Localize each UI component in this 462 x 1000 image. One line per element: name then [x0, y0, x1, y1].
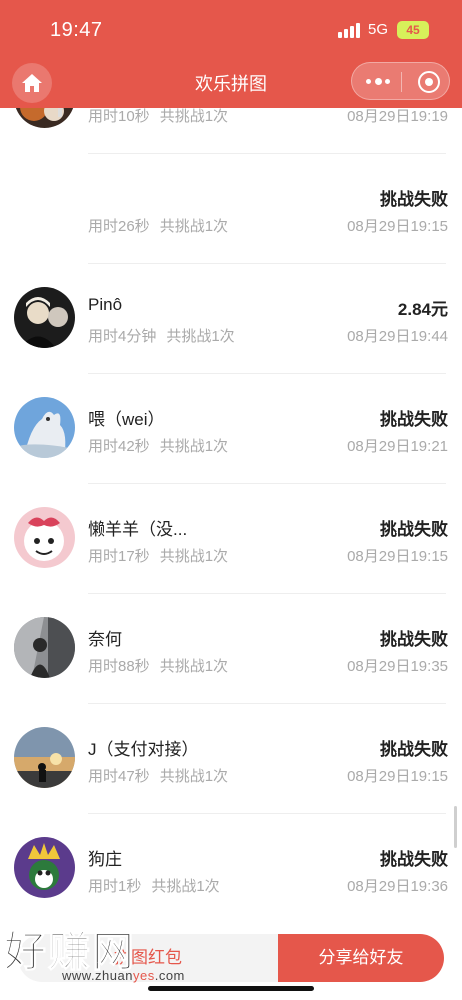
- share-button[interactable]: 分享给好友: [278, 934, 444, 982]
- avatar: [14, 617, 75, 678]
- challenge-datetime: 08月29日19:21: [347, 438, 448, 455]
- close-program-icon[interactable]: [418, 71, 440, 93]
- scrollbar[interactable]: [454, 806, 457, 848]
- challenge-count: 共挑战1次: [159, 218, 229, 235]
- challenge-count: 共挑战1次: [159, 658, 229, 675]
- list-item: J（支付对接） 用时47秒 共挑战1次 挑战失败 08月29日19:15: [0, 704, 462, 814]
- time-used: 用时4分钟: [88, 328, 157, 345]
- nav-bar: 欢乐拼图: [0, 58, 462, 104]
- avatar: [14, 507, 75, 568]
- challenge-stats: 用时17秒 共挑战1次: [88, 545, 228, 566]
- challenge-datetime: 08月29日19:19: [347, 108, 448, 125]
- challenge-stats: 用时26秒 共挑战1次: [88, 215, 228, 236]
- challenge-result: 挑战失败: [380, 740, 448, 759]
- challenge-stats: 用时47秒 共挑战1次: [88, 765, 228, 786]
- challenge-count: 共挑战1次: [151, 878, 220, 895]
- signal-icon: [338, 22, 360, 38]
- network-type: 5G: [368, 21, 389, 38]
- challenge-stats: 用时1秒 共挑战1次: [88, 875, 220, 896]
- challenge-list: 用时10秒 共挑战1次 08月29日19:19 用时26秒 共挑战1次 挑战失败 0…: [0, 44, 462, 924]
- list-item: 懒羊羊（没... 用时17秒 共挑战1次 挑战失败 08月29日19:15: [0, 484, 462, 594]
- time-used: 用时1秒: [88, 878, 142, 895]
- challenge-count: 共挑战1次: [159, 548, 229, 565]
- app-header: 19:47 5G 45 欢乐拼图: [0, 0, 462, 108]
- puzzle-redpacket-button[interactable]: 拼图红包: [18, 934, 278, 982]
- list-item: 奈何 用时88秒 共挑战1次 挑战失败 08月29日19:35: [0, 594, 462, 704]
- list-item: 喂（wei） 用时42秒 共挑战1次 挑战失败 08月29日19:21: [0, 374, 462, 484]
- challenge-datetime: 08月29日19:15: [347, 218, 448, 235]
- challenge-stats: 用时42秒 共挑战1次: [88, 435, 228, 456]
- avatar: [14, 727, 75, 788]
- challenge-datetime: 08月29日19:35: [347, 658, 448, 675]
- challenge-count: 共挑战1次: [159, 768, 229, 785]
- capsule-divider: [401, 72, 402, 92]
- time-used: 用时17秒: [88, 548, 150, 565]
- battery-icon: 45: [397, 21, 429, 39]
- list-item: 狗庄 用时1秒 共挑战1次 挑战失败 08月29日19:36: [0, 814, 462, 924]
- avatar: [14, 837, 75, 898]
- time-used: 用时47秒: [88, 768, 150, 785]
- challenge-count: 共挑战1次: [166, 328, 235, 345]
- challenge-result: 挑战失败: [380, 520, 448, 539]
- challenge-stats: 用时88秒 共挑战1次: [88, 655, 228, 676]
- challenge-result: 挑战失败: [380, 190, 448, 209]
- user-name: J（支付对接）: [88, 740, 199, 759]
- home-indicator: [148, 986, 314, 991]
- challenge-stats: 用时10秒 共挑战1次: [88, 105, 228, 126]
- time-used: 用时42秒: [88, 438, 150, 455]
- challenge-datetime: 08月29日19:44: [347, 328, 448, 345]
- avatar: [14, 287, 75, 348]
- time-used: 用时26秒: [88, 218, 150, 235]
- list-item: Pinô 用时4分钟 共挑战1次 2.84元 08月29日19:44: [0, 264, 462, 374]
- time-used: 用时88秒: [88, 658, 150, 675]
- user-name: 喂（wei）: [88, 410, 165, 429]
- challenge-result: 挑战失败: [380, 630, 448, 649]
- time-used: 用时10秒: [88, 108, 150, 125]
- challenge-stats: 用时4分钟 共挑战1次: [88, 325, 235, 346]
- user-name: Pinô: [88, 295, 123, 314]
- challenge-datetime: 08月29日19:15: [347, 768, 448, 785]
- avatar: [14, 397, 75, 458]
- challenge-datetime: 08月29日19:36: [347, 878, 448, 895]
- user-name: 懒羊羊（没...: [88, 520, 188, 539]
- challenge-datetime: 08月29日19:15: [347, 548, 448, 565]
- status-bar: 19:47 5G 45: [0, 0, 462, 58]
- mini-program-capsule: [351, 62, 450, 100]
- status-time: 19:47: [50, 19, 103, 41]
- challenge-result: 2.84元: [397, 300, 448, 319]
- list-item: 用时26秒 共挑战1次 挑战失败 08月29日19:15: [0, 154, 462, 264]
- more-menu-icon[interactable]: [366, 73, 390, 89]
- user-name: 奈何: [88, 630, 122, 649]
- challenge-count: 共挑战1次: [159, 438, 229, 455]
- user-name: 狗庄: [88, 850, 122, 869]
- challenge-result: 挑战失败: [380, 410, 448, 429]
- challenge-count: 共挑战1次: [159, 108, 229, 125]
- challenge-result: 挑战失败: [380, 850, 448, 869]
